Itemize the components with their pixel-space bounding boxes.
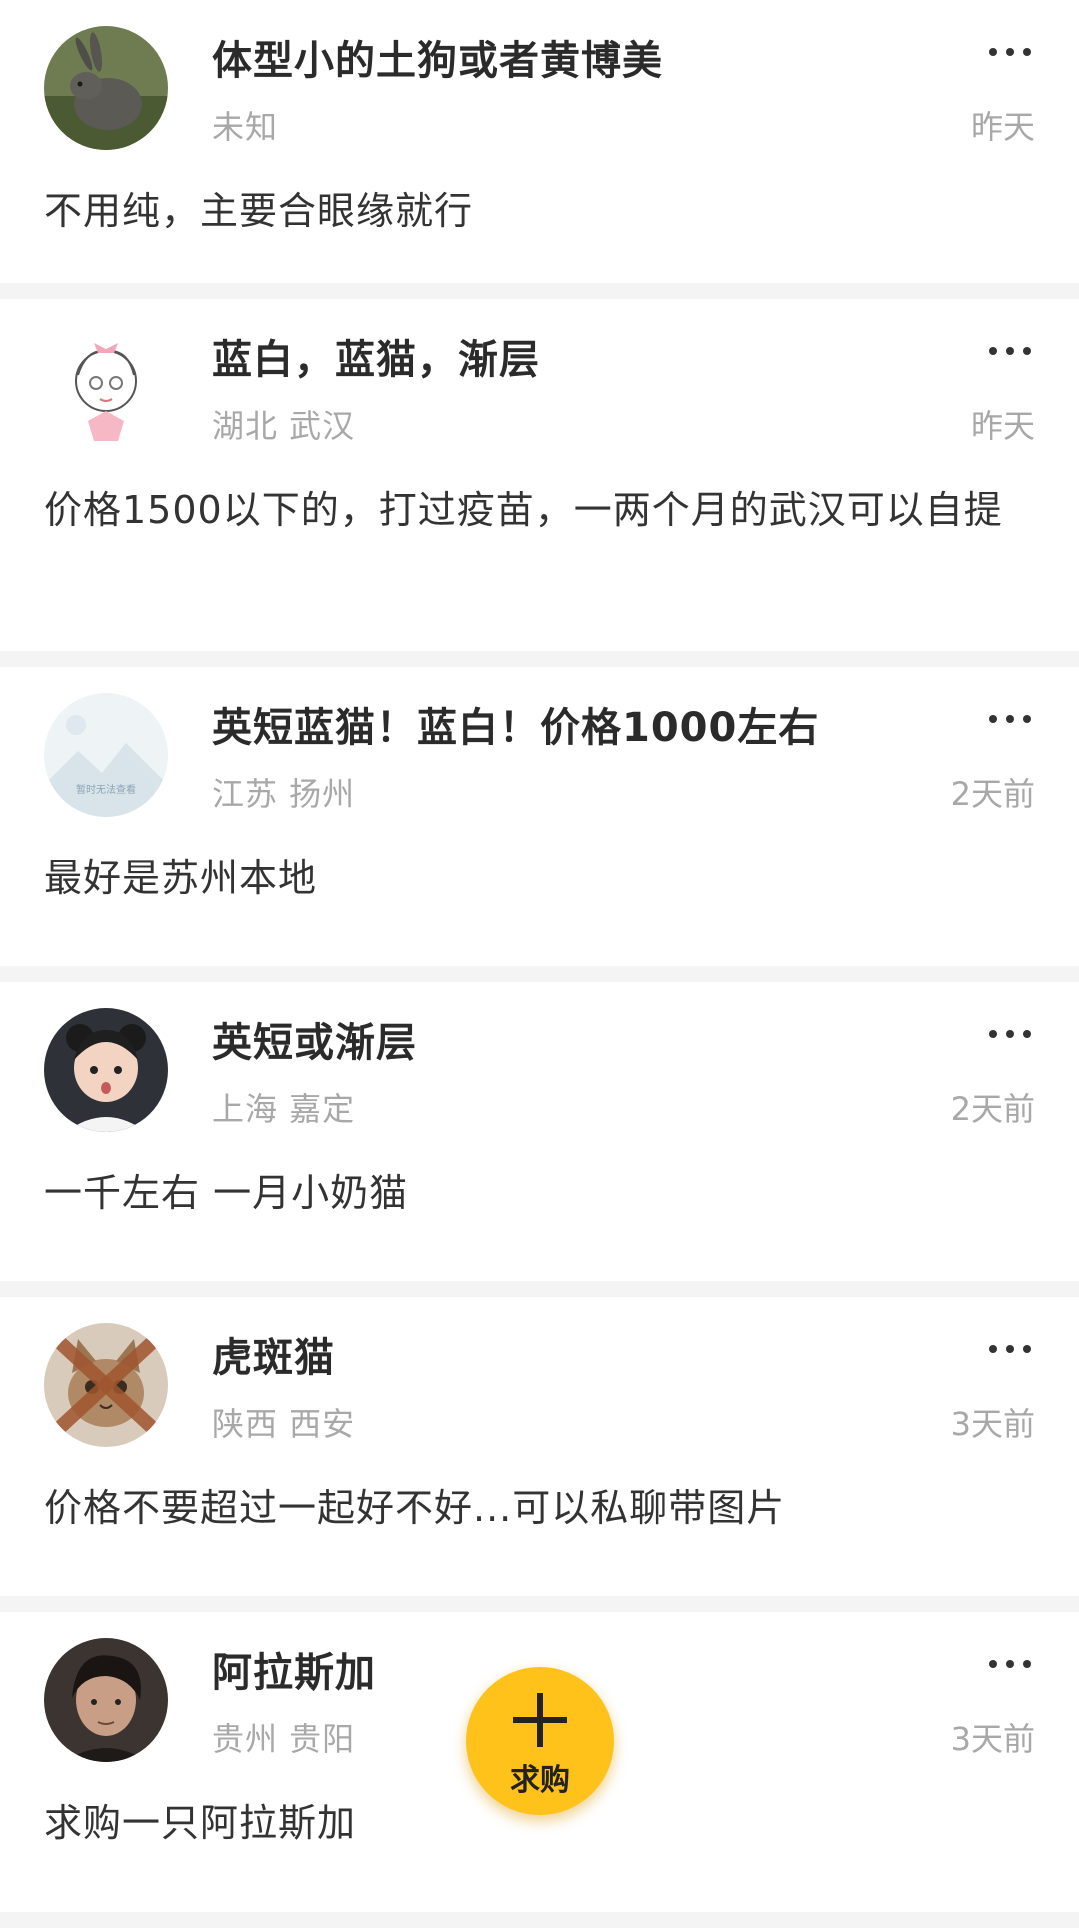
post-header: 体型小的土狗或者黄博美 未知 昨天 xyxy=(44,0,1035,150)
post-card[interactable]: 蓝白，蓝猫，渐层 湖北 武汉 昨天 价格1500以下的，打过疫苗，一两个月的武汉… xyxy=(0,299,1079,651)
post-card[interactable]: 虎斑猫 陕西 西安 3天前 价格不要超过一起好不好...可以私聊带图片 xyxy=(0,1297,1079,1596)
more-icon[interactable] xyxy=(985,1652,1035,1676)
post-title[interactable]: 阿拉斯加 xyxy=(212,1640,376,1698)
post-header: 蓝白，蓝猫，渐层 湖北 武汉 昨天 xyxy=(44,299,1035,449)
post-time: 3天前 xyxy=(950,1405,1035,1443)
post-location: 陕西 西安 xyxy=(212,1405,356,1443)
post-time: 3天前 xyxy=(950,1720,1035,1758)
post-title[interactable]: 英短蓝猫！蓝白！价格1000左右 xyxy=(212,695,819,753)
post-title[interactable]: 虎斑猫 xyxy=(212,1325,335,1383)
post-title[interactable]: 体型小的土狗或者黄博美 xyxy=(212,28,663,86)
avatar-caption: 暂时无法查看 xyxy=(76,783,136,796)
plus-icon xyxy=(513,1693,567,1747)
request-purchase-button[interactable]: 求购 xyxy=(466,1667,614,1815)
more-icon[interactable] xyxy=(985,40,1035,64)
more-icon[interactable] xyxy=(985,1337,1035,1361)
post-time: 2天前 xyxy=(950,1090,1035,1128)
more-icon[interactable] xyxy=(985,1022,1035,1046)
image-unavailable-avatar[interactable]: 暂时无法查看 xyxy=(44,693,168,817)
post-header: 虎斑猫 陕西 西安 3天前 xyxy=(44,1297,1035,1447)
post-card[interactable]: 体型小的土狗或者黄博美 未知 昨天 不用纯，主要合眼缘就行 xyxy=(0,0,1079,283)
post-content[interactable]: 价格不要超过一起好不好...可以私聊带图片 xyxy=(44,1447,1035,1539)
post-title[interactable]: 蓝白，蓝猫，渐层 xyxy=(212,327,540,385)
post-location: 上海 嘉定 xyxy=(212,1090,356,1128)
post-content[interactable]: 最好是苏州本地 xyxy=(44,817,1035,909)
post-location: 湖北 武汉 xyxy=(212,407,356,445)
man-photo-avatar[interactable] xyxy=(44,1638,168,1762)
post-card[interactable]: 暂时无法查看 英短蓝猫！蓝白！价格1000左右 江苏 扬州 2天前 最好是苏州本… xyxy=(0,667,1079,966)
post-location: 贵州 贵阳 xyxy=(212,1720,356,1758)
kitten-photo-avatar[interactable] xyxy=(44,1323,168,1447)
post-header: 英短或渐层 上海 嘉定 2天前 xyxy=(44,982,1035,1132)
rabbit-photo-avatar[interactable] xyxy=(44,26,168,150)
post-card[interactable]: 英短或渐层 上海 嘉定 2天前 一千左右 一月小奶猫 xyxy=(0,982,1079,1281)
child-photo-avatar[interactable] xyxy=(44,1008,168,1132)
post-feed: 体型小的土狗或者黄博美 未知 昨天 不用纯，主要合眼缘就行 蓝白，蓝猫，渐层 湖… xyxy=(0,0,1079,1928)
post-title[interactable]: 英短或渐层 xyxy=(212,1010,417,1068)
post-content[interactable]: 价格1500以下的，打过疫苗，一两个月的武汉可以自提 xyxy=(44,449,1035,541)
post-location: 江苏 扬州 xyxy=(212,775,356,813)
post-time: 昨天 xyxy=(970,108,1035,146)
post-content[interactable]: 不用纯，主要合眼缘就行 xyxy=(44,150,1035,242)
post-time: 昨天 xyxy=(970,407,1035,445)
more-icon[interactable] xyxy=(985,707,1035,731)
more-icon[interactable] xyxy=(985,339,1035,363)
post-header: 暂时无法查看 英短蓝猫！蓝白！价格1000左右 江苏 扬州 2天前 xyxy=(44,667,1035,817)
fab-label: 求购 xyxy=(510,1763,570,1798)
post-time: 2天前 xyxy=(950,775,1035,813)
post-location: 未知 xyxy=(212,108,279,146)
cartoon-girl-avatar[interactable] xyxy=(44,325,168,449)
post-content[interactable]: 一千左右 一月小奶猫 xyxy=(44,1132,1035,1224)
